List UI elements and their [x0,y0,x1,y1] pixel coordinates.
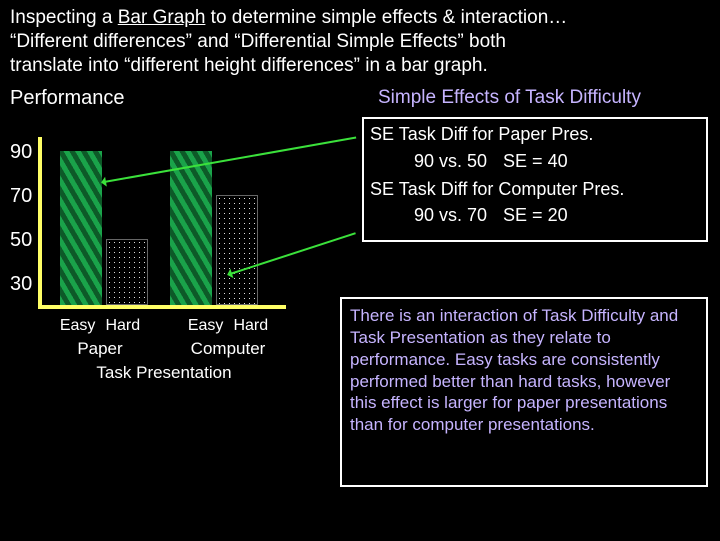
simple-effects-box: SE Task Diff for Paper Pres. 90 vs. 50 SE… [362,117,708,242]
chart-axes [38,137,286,309]
se-paper-calc: 90 vs. 50 [414,151,487,171]
heading-line1-underline: Bar Graph [118,7,206,28]
slide-heading: Inspecting a Bar Graph to determine simp… [0,0,720,81]
ytick-90: 90 [10,141,32,164]
group-labels: Paper Computer [38,339,290,359]
group-paper: Paper [40,339,160,359]
bar-paper-easy [60,151,102,305]
chart-title: Performance [10,87,125,110]
ytick-50: 50 [10,229,32,252]
bar-computer-hard [216,195,258,305]
bar-paper-hard [106,239,148,305]
cat-computer-easy: Easy [188,317,224,335]
heading-line1-post: to determine simple effects & interactio… [205,7,567,28]
se-computer-calc: 90 vs. 70 [414,205,487,225]
ytick-30: 30 [10,273,32,296]
right-panel-title: Simple Effects of Task Difficulty [378,87,641,109]
se-computer-result: SE = 20 [503,205,568,225]
cat-computer-hard: Hard [233,317,268,335]
x-axis-label: Task Presentation [38,363,290,383]
content-area: Performance 90 70 50 30 Easy Hard Easy H… [0,81,720,541]
group-computer: Computer [168,339,288,359]
category-labels: Easy Hard Easy Hard [38,317,290,335]
interpretation-box: There is an interaction of Task Difficul… [340,297,708,487]
ytick-70: 70 [10,185,32,208]
se-computer-label: SE Task Diff for Computer Pres. [370,178,700,201]
heading-line2: “Different differences” and “Differentia… [10,31,506,52]
se-paper-label: SE Task Diff for Paper Pres. [370,123,700,146]
cat-paper-easy: Easy [60,317,96,335]
cat-paper-hard: Hard [105,317,140,335]
bar-computer-easy [170,151,212,305]
heading-line1-pre: Inspecting a [10,7,118,28]
heading-line3: translate into “different height differe… [10,55,488,76]
se-paper-result: SE = 40 [503,151,568,171]
